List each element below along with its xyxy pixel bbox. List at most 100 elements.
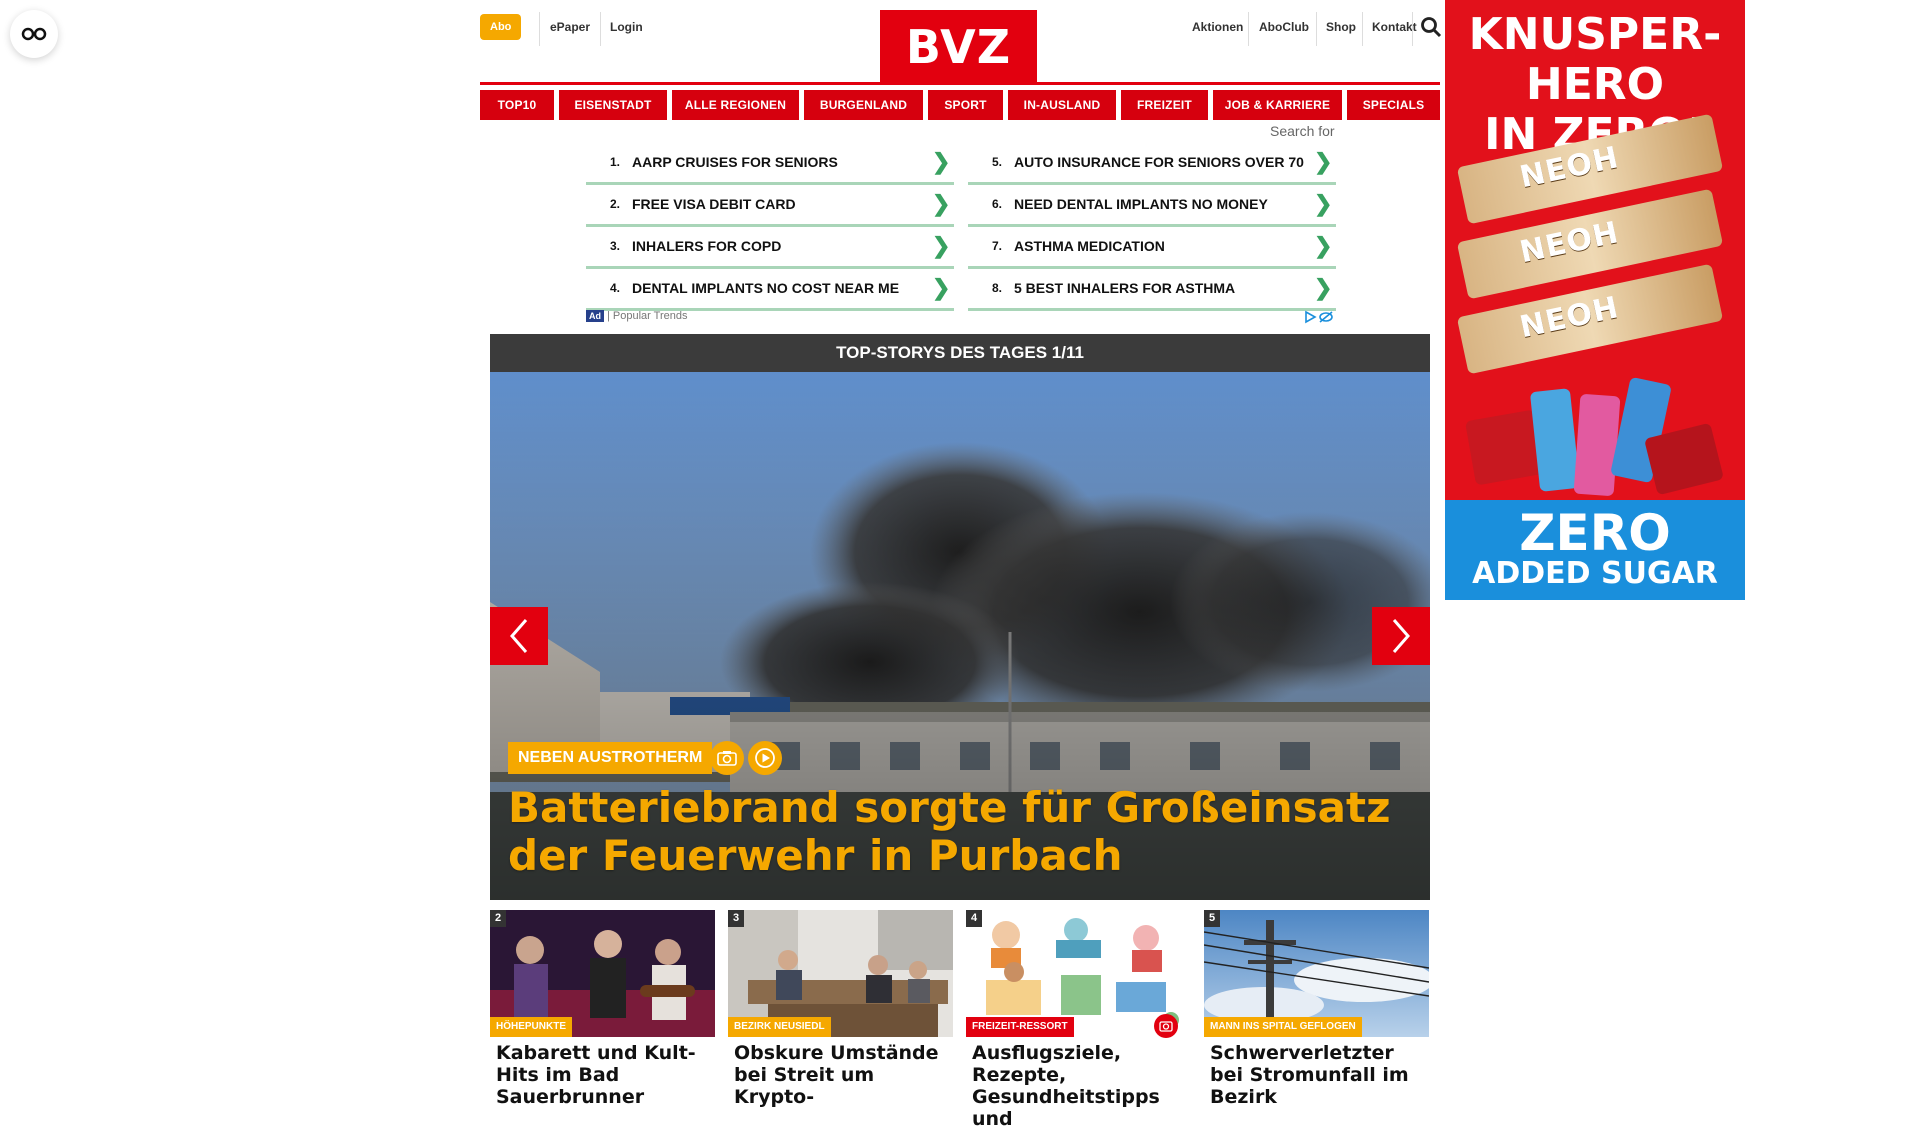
aboclub-link[interactable]: AboClub	[1259, 14, 1309, 48]
product-name: NEOH	[1516, 290, 1623, 346]
accessibility-button[interactable]	[10, 10, 58, 58]
shop-link[interactable]: Shop	[1326, 14, 1356, 48]
search-icon[interactable]	[1420, 16, 1442, 38]
story-rank: 4	[966, 910, 982, 927]
camera-icon	[1154, 1014, 1178, 1038]
story-card[interactable]: 3 BEZIRK NEUSIEDL Obskure Umstände bei S…	[728, 910, 953, 1108]
divider	[600, 12, 601, 46]
ad-link[interactable]: 3. INHALERS FOR COPD ❯	[586, 226, 954, 269]
ad-link-number: 7.	[991, 239, 1002, 253]
ad-link[interactable]: 2. FREE VISA DEBIT CARD ❯	[586, 184, 954, 227]
ad-headline-line-1: KNUSPER-HERO	[1468, 9, 1722, 110]
ad-link[interactable]: 5. AUTO INSURANCE FOR SENIORS OVER 70 ❯	[968, 142, 1336, 185]
ad-link[interactable]: 4. DENTAL IMPLANTS NO COST NEAR ME ❯	[586, 268, 954, 311]
chevron-right-icon: ❯	[932, 191, 951, 216]
login-link[interactable]: Login	[610, 14, 643, 48]
story-headline[interactable]: Schwerverletzter bei Stromunfall im Bezi…	[1210, 1042, 1426, 1108]
ad-footer: Ad | Popular Trends	[586, 310, 1336, 324]
story-rank: 5	[1204, 910, 1220, 927]
story-headline[interactable]: Obskure Umstände bei Streit um Krypto-	[734, 1042, 950, 1108]
story-card[interactable]: 4 FREIZEIT-RESSORT Ausflugsziele, Rezept…	[966, 910, 1191, 1130]
story-headline[interactable]: Kabarett und Kult-Hits im Bad Sauerbrunn…	[496, 1042, 712, 1108]
camera-icon	[710, 741, 744, 775]
slider-prev-button[interactable]	[490, 607, 548, 665]
nav-item-freizeit[interactable]: FREIZEIT	[1121, 90, 1208, 120]
ad-link-text: AARP CRUISES FOR SENIORS	[632, 154, 838, 170]
ad-link-number: 6.	[991, 197, 1002, 211]
nav-item-top10[interactable]: TOP10	[480, 90, 554, 120]
abo-button[interactable]: Abo	[480, 14, 522, 40]
divider	[1362, 12, 1363, 46]
kontakt-link[interactable]: Kontakt	[1372, 14, 1417, 48]
divider	[1412, 12, 1413, 46]
ad-zero-text: ZERO	[1519, 504, 1671, 562]
divider	[1248, 12, 1249, 46]
epaper-link[interactable]: ePaper	[550, 14, 590, 48]
ad-search-label: Search for	[1270, 123, 1335, 139]
ad-link-number: 3.	[609, 239, 620, 253]
ad-link[interactable]: 1. AARP CRUISES FOR SENIORS ❯	[586, 142, 954, 185]
divider	[539, 12, 540, 46]
story-headline[interactable]: Ausflugsziele, Rezepte, Gesundheitstipps…	[972, 1042, 1188, 1130]
skyscraper-ad[interactable]: KNUSPER-HERO IN ZERO! NEOH NEOH NEOH ZER…	[1445, 0, 1745, 600]
story-card[interactable]: 5 MANN INS SPITAL GEFLOGEN Schwerverletz…	[1204, 910, 1429, 1108]
story-rank: 3	[728, 910, 744, 927]
hero-headline[interactable]: Batteriebrand sorgte für Großeinsatz der…	[508, 784, 1408, 880]
ad-footer-label: | Popular Trends	[607, 310, 688, 322]
nav-item-burgenland[interactable]: BURGENLAND	[804, 90, 923, 120]
ad-link-number: 5.	[991, 155, 1002, 169]
ad-link[interactable]: 8. 5 BEST INHALERS FOR ASTHMA ❯	[968, 268, 1336, 311]
story-category-tag[interactable]: BEZIRK NEUSIEDL	[728, 1017, 831, 1037]
ad-link-text: 5 BEST INHALERS FOR ASTHMA	[1014, 280, 1236, 296]
main-nav: TOP10 EISENSTADT ALLE REGIONEN BURGENLAN…	[480, 90, 1440, 120]
chevron-right-icon: ❯	[1314, 233, 1333, 258]
top-stories-header: TOP-STORYS DES TAGES 1/11	[490, 334, 1430, 372]
play-video-icon	[748, 741, 782, 775]
chevron-right-icon: ❯	[932, 149, 951, 174]
ad-link-text: NEED DENTAL IMPLANTS NO MONEY	[1014, 196, 1268, 212]
product-name: NEOH	[1516, 215, 1623, 271]
chevron-right-icon: ❯	[1314, 191, 1333, 216]
ad-link-text: AUTO INSURANCE FOR SENIORS OVER 70	[1014, 154, 1304, 170]
product-packs-image	[1465, 377, 1723, 496]
ad-link-text: INHALERS FOR COPD	[632, 238, 782, 254]
ad-badge: Ad	[586, 310, 604, 322]
site-logo[interactable]: BVZ	[880, 10, 1037, 84]
hero-category-tag[interactable]: NEBEN AUSTROTHERM	[508, 742, 713, 774]
chevron-right-icon: ❯	[932, 275, 951, 300]
ad-sugar-text: ADDED SUGAR	[1472, 556, 1718, 591]
story-card[interactable]: 2 HÖHEPUNKTE Kabarett und Kult-Hits im B…	[490, 910, 715, 1108]
ad-link-text: ASTHMA MEDICATION	[1014, 238, 1165, 254]
chevron-left-icon	[510, 619, 528, 653]
ad-link-text: DENTAL IMPLANTS NO COST NEAR ME	[632, 280, 900, 296]
ad-link-number: 8.	[991, 281, 1002, 295]
adchoices-icon[interactable]	[1304, 310, 1334, 324]
story-rank: 2	[490, 910, 506, 927]
nav-item-alle-regionen[interactable]: ALLE REGIONEN	[672, 90, 799, 120]
ad-link-number: 1.	[609, 155, 620, 169]
story-category-tag[interactable]: MANN INS SPITAL GEFLOGEN	[1204, 1017, 1362, 1037]
ad-link-number: 4.	[609, 281, 620, 295]
ad-link[interactable]: 6. NEED DENTAL IMPLANTS NO MONEY ❯	[968, 184, 1336, 227]
chevron-right-icon: ❯	[1314, 275, 1333, 300]
story-category-tag[interactable]: HÖHEPUNKTE	[490, 1017, 573, 1037]
divider	[1316, 12, 1317, 46]
ad-link[interactable]: 7. ASTHMA MEDICATION ❯	[968, 226, 1336, 269]
nav-item-specials[interactable]: SPECIALS	[1347, 90, 1440, 120]
hero-story[interactable]: NEBEN AUSTROTHERM Batteriebrand sorgte f…	[490, 372, 1430, 900]
nav-item-job-karriere[interactable]: JOB & KARRIERE	[1213, 90, 1342, 120]
nav-item-in-ausland[interactable]: IN-AUSLAND	[1008, 90, 1116, 120]
chevron-right-icon: ❯	[932, 233, 951, 258]
chevron-right-icon: ❯	[1314, 149, 1333, 174]
slider-next-button[interactable]	[1372, 607, 1430, 665]
glasses-icon	[21, 27, 47, 41]
chevron-right-icon	[1392, 619, 1410, 653]
story-category-tag[interactable]: FREIZEIT-RESSORT	[966, 1017, 1074, 1037]
ad-link-number: 2.	[609, 197, 620, 211]
nav-item-sport[interactable]: SPORT	[928, 90, 1003, 120]
aktionen-link[interactable]: Aktionen	[1192, 14, 1243, 48]
nav-item-eisenstadt[interactable]: EISENSTADT	[559, 90, 667, 120]
site-header: Abo ePaper Login BVZ Aktionen AboClub Sh…	[480, 0, 1442, 84]
ad-link-text: FREE VISA DEBIT CARD	[632, 196, 796, 212]
header-rule	[480, 82, 1440, 85]
